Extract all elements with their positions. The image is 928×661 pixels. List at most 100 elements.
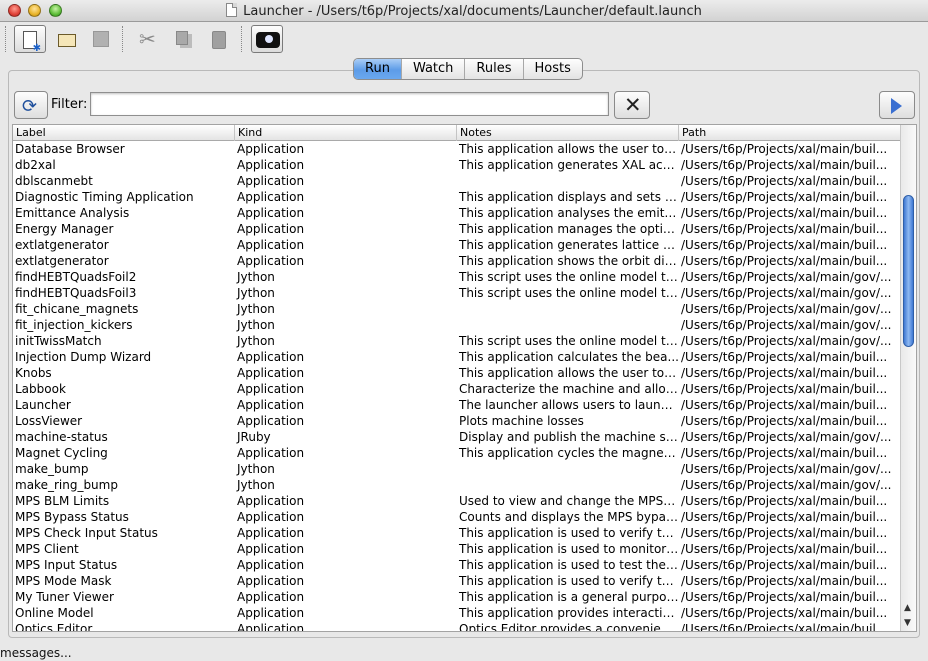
toolbar-grip[interactable]: [241, 26, 244, 52]
cell-path: /Users/t6p/Projects/xal/main/buil...: [681, 190, 888, 204]
table-row[interactable]: Knobs Application This application allows …: [13, 365, 901, 381]
cell-label: fit_chicane_magnets: [15, 302, 139, 316]
table-row[interactable]: machine-status JRuby Display and publish t…: [13, 429, 901, 445]
table-row[interactable]: fit_injection_kickers Jython/Users/t6p/Pr…: [13, 317, 901, 333]
run-button[interactable]: [879, 91, 915, 119]
cell-notes: This application cycles the magnet t...: [459, 446, 679, 460]
tab-watch[interactable]: Watch: [402, 59, 466, 79]
cell-path: /Users/t6p/Projects/xal/main/gov/...: [681, 478, 892, 492]
filter-input[interactable]: [90, 92, 609, 116]
cell-label: dblscanmebt: [15, 174, 93, 188]
cell-label: make_bump: [15, 462, 89, 476]
scroll-thumb[interactable]: [903, 195, 914, 347]
toolbar: ✂: [0, 22, 928, 56]
table-row[interactable]: Energy Manager Application This applicatio…: [13, 221, 901, 237]
cut-button[interactable]: ✂: [132, 25, 164, 53]
cell-label: LossViewer: [15, 414, 83, 428]
cell-notes: This application displays and sets s...: [459, 190, 679, 204]
cell-notes: This application generates XAL acc...: [459, 158, 679, 172]
table-row[interactable]: make_bump Jython/Users/t6p/Projects/xal/m…: [13, 461, 901, 477]
cell-kind: Application: [237, 158, 305, 172]
cell-notes: This application allows the user to ...: [459, 142, 679, 156]
cell-notes: Optics Editor provides a convenient...: [459, 622, 679, 631]
cell-label: findHEBTQuadsFoil2: [15, 270, 137, 284]
cell-path: /Users/t6p/Projects/xal/main/buil...: [681, 558, 888, 572]
save-icon: [93, 31, 109, 47]
open-button[interactable]: [49, 25, 81, 53]
table-row[interactable]: MPS Input Status Application This applicat…: [13, 557, 901, 573]
scroll-down-arrow-icon[interactable]: ▼: [904, 618, 911, 628]
paste-button[interactable]: [203, 25, 235, 53]
cell-notes: Display and publish the machine st...: [459, 430, 679, 444]
table-row[interactable]: My Tuner Viewer Application This applicati…: [13, 589, 901, 605]
cell-path: /Users/t6p/Projects/xal/main/buil...: [681, 158, 888, 172]
table-row[interactable]: dblscanmebt Application/Users/t6p/Project…: [13, 173, 901, 189]
table-row[interactable]: Optics Editor Application Optics Editor pr…: [13, 621, 901, 631]
copy-button[interactable]: [167, 25, 199, 53]
table-row[interactable]: extlatgenerator Application This applicati…: [13, 237, 901, 253]
cell-kind: Application: [237, 526, 305, 540]
table-row[interactable]: Launcher Application The launcher allows u…: [13, 397, 901, 413]
cell-notes: Plots machine losses: [459, 414, 584, 428]
table-row[interactable]: Injection Dump Wizard Application This app…: [13, 349, 901, 365]
column-header-notes[interactable]: Notes: [457, 125, 679, 141]
table-row[interactable]: make_ring_bump Jython/Users/t6p/Projects/…: [13, 477, 901, 493]
cell-kind: Jython: [237, 462, 275, 476]
cell-path: /Users/t6p/Projects/xal/main/buil...: [681, 174, 888, 188]
new-document-button[interactable]: [14, 25, 46, 54]
cell-path: /Users/t6p/Projects/xal/main/buil...: [681, 206, 888, 220]
column-header-label[interactable]: Label: [13, 125, 235, 141]
cell-notes: This application provides interactiv...: [459, 606, 679, 620]
cell-kind: Application: [237, 574, 305, 588]
toolbar-grip[interactable]: [5, 26, 8, 52]
cell-path: /Users/t6p/Projects/xal/main/buil...: [681, 222, 888, 236]
cell-label: Magnet Cycling: [15, 446, 108, 460]
cell-path: /Users/t6p/Projects/xal/main/buil...: [681, 590, 888, 604]
table-row[interactable]: MPS Check Input Status Application This ap…: [13, 525, 901, 541]
toolbar-grip[interactable]: [122, 26, 125, 52]
tab-rules[interactable]: Rules: [465, 59, 524, 79]
table-row[interactable]: extlatgenerator Application This applicati…: [13, 253, 901, 269]
table-row[interactable]: MPS Bypass Status Application Counts and d…: [13, 509, 901, 525]
tab-run[interactable]: Run: [354, 59, 402, 79]
cell-path: /Users/t6p/Projects/xal/main/buil...: [681, 254, 888, 268]
save-button[interactable]: [84, 25, 116, 53]
column-header-kind[interactable]: Kind: [235, 125, 457, 141]
table-row[interactable]: Online Model Application This application …: [13, 605, 901, 621]
table-row[interactable]: findHEBTQuadsFoil2 Jython This script uses…: [13, 269, 901, 285]
table-row[interactable]: Database Browser Application This applicat…: [13, 141, 901, 157]
tab-hosts[interactable]: Hosts: [524, 59, 582, 79]
table-header: Label Kind Notes Path: [13, 125, 901, 141]
refresh-button[interactable]: ⟳: [14, 91, 48, 119]
table-row[interactable]: MPS BLM Limits Application Used to view an…: [13, 493, 901, 509]
table-row[interactable]: fit_chicane_magnets Jython/Users/t6p/Proj…: [13, 301, 901, 317]
scroll-up-arrow-icon[interactable]: ▲: [904, 603, 911, 613]
table-row[interactable]: findHEBTQuadsFoil3 Jython This script uses…: [13, 285, 901, 301]
table-row[interactable]: Diagnostic Timing Application Application…: [13, 189, 901, 205]
table-row[interactable]: MPS Mode Mask Application This application…: [13, 573, 901, 589]
cell-label: Diagnostic Timing Application: [15, 190, 194, 204]
column-header-path[interactable]: Path: [679, 125, 901, 141]
cell-notes: This application generates lattice fil..…: [459, 238, 679, 252]
cell-notes: Characterize the machine and allow...: [459, 382, 679, 396]
applications-table: Label Kind Notes Path Database Browser Ap…: [12, 124, 917, 632]
projector-button[interactable]: [251, 25, 283, 53]
table-row[interactable]: Emittance Analysis Application This applic…: [13, 205, 901, 221]
table-row[interactable]: LossViewer Application Plots machine losse…: [13, 413, 901, 429]
cell-kind: Application: [237, 222, 305, 236]
cell-kind: Jython: [237, 270, 275, 284]
cell-kind: Application: [237, 590, 305, 604]
cell-kind: JRuby: [237, 430, 271, 444]
cell-path: /Users/t6p/Projects/xal/main/buil...: [681, 494, 888, 508]
table-row[interactable]: MPS Client Application This application is…: [13, 541, 901, 557]
cell-kind: Application: [237, 446, 305, 460]
table-row[interactable]: db2xal Application This application genera…: [13, 157, 901, 173]
table-row[interactable]: initTwissMatch Jython This script uses the…: [13, 333, 901, 349]
clear-filter-button[interactable]: ✕: [614, 91, 650, 119]
open-folder-icon: [58, 34, 76, 47]
vertical-scrollbar[interactable]: ▲ ▼: [900, 125, 916, 631]
cell-label: make_ring_bump: [15, 478, 118, 492]
cell-label: initTwissMatch: [15, 334, 102, 348]
table-row[interactable]: Magnet Cycling Application This applicatio…: [13, 445, 901, 461]
table-row[interactable]: Labbook Application Characterize the machi…: [13, 381, 901, 397]
